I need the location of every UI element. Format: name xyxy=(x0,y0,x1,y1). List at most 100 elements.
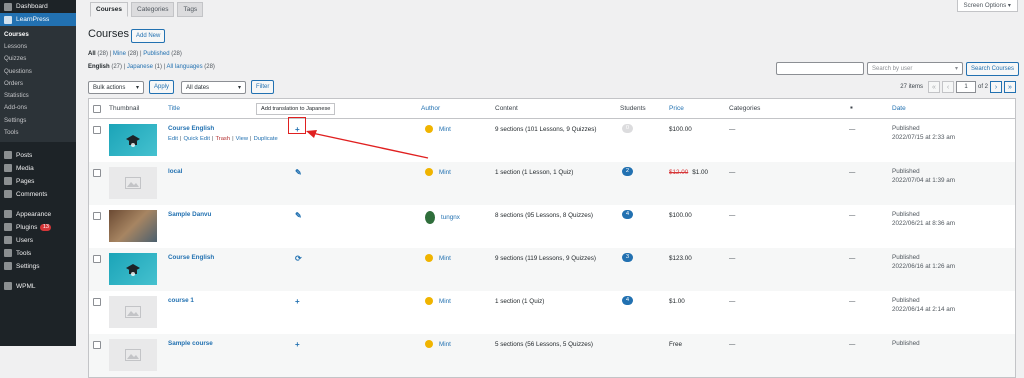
sidebar-sub-orders[interactable]: Orders xyxy=(0,77,76,89)
filter-all[interactable]: All xyxy=(88,51,96,57)
filter-published[interactable]: Published xyxy=(143,51,169,57)
sidebar-item-plugins[interactable]: Plugins 13 xyxy=(0,221,76,234)
course-title-link[interactable]: course 1 xyxy=(168,297,194,304)
lang-english[interactable]: English xyxy=(88,64,110,70)
sidebar-item-dashboard[interactable]: Dashboard xyxy=(0,0,76,13)
current-page-input[interactable]: 1 xyxy=(955,81,976,93)
tab-tags[interactable]: Tags xyxy=(177,2,204,17)
sidebar-item-tools[interactable]: Tools xyxy=(0,247,76,260)
sidebar-sub-tools[interactable]: Tools xyxy=(0,126,76,138)
page-title: Courses xyxy=(88,28,129,40)
course-title-link[interactable]: Sample Danvu xyxy=(168,211,211,218)
tab-categories[interactable]: Categories xyxy=(131,2,175,17)
publish-date: Published 2022/07/15 at 2:33 am xyxy=(892,124,955,142)
author-link[interactable]: Mint xyxy=(425,168,451,176)
course-title-link[interactable]: Course English xyxy=(168,125,214,132)
course-thumbnail[interactable] xyxy=(109,253,157,285)
publish-date: Published xyxy=(892,339,920,348)
course-thumbnail[interactable] xyxy=(109,296,157,328)
translation-status-icon[interactable]: ⟳ xyxy=(295,254,302,263)
dates-select[interactable]: All dates ▾ xyxy=(181,80,247,94)
comment-count: — xyxy=(849,298,856,305)
course-thumbnail[interactable] xyxy=(109,167,157,199)
row-checkbox[interactable] xyxy=(93,341,101,349)
sidebar-sub-add-ons[interactable]: Add-ons xyxy=(0,102,76,114)
sidebar-sub-settings[interactable]: Settings xyxy=(0,114,76,126)
author-link[interactable]: tungnx xyxy=(425,211,460,224)
sidebar-sub-questions[interactable]: Questions xyxy=(0,65,76,77)
last-page-button[interactable]: » xyxy=(1004,81,1016,93)
admin-sidebar: Dashboard LearnPress Courses Lessons Quizze… xyxy=(0,0,76,346)
col-price[interactable]: Price xyxy=(669,105,684,112)
add-new-button[interactable]: Add New xyxy=(131,29,166,43)
course-title-link[interactable]: Course English xyxy=(168,254,214,261)
filter-mine[interactable]: Mine xyxy=(113,51,126,57)
course-price: $1.00 xyxy=(669,298,685,305)
course-title-link[interactable]: local xyxy=(168,168,182,175)
author-link[interactable]: Mint xyxy=(425,340,451,348)
search-courses-button[interactable]: Search Courses xyxy=(966,62,1020,76)
course-thumbnail[interactable] xyxy=(109,339,157,371)
apply-button[interactable]: Apply xyxy=(149,80,175,94)
row-checkbox[interactable] xyxy=(93,126,101,134)
translation-status-icon[interactable]: ✎ xyxy=(295,168,302,177)
bulk-actions-select[interactable]: Bulk actions ▾ xyxy=(88,80,144,94)
course-categories: — xyxy=(729,126,736,133)
publish-date: Published 2022/06/21 at 8:36 am xyxy=(892,210,955,228)
col-author[interactable]: Author xyxy=(421,105,440,112)
sidebar-item-pages[interactable]: Pages xyxy=(0,175,76,188)
row-checkbox[interactable] xyxy=(93,169,101,177)
filter-button[interactable]: Filter xyxy=(251,80,275,94)
lang-all[interactable]: All languages xyxy=(167,64,203,70)
trash-link[interactable]: Trash xyxy=(215,136,230,142)
sidebar-sub-statistics[interactable]: Statistics xyxy=(0,89,76,101)
screen-options-button[interactable]: Screen Options ▾ xyxy=(956,0,1018,12)
pagination: 27 items « ‹ 1 of 2 › » xyxy=(900,81,1016,93)
comment-count: — xyxy=(849,341,856,348)
author-link[interactable]: Mint xyxy=(425,297,451,305)
lang-japanese[interactable]: Japanese xyxy=(127,64,153,70)
publish-status: Published xyxy=(892,211,920,218)
col-title[interactable]: Title xyxy=(168,105,180,112)
course-categories: — xyxy=(729,341,736,348)
chevron-down-icon: ▾ xyxy=(135,84,139,91)
table-row: course 1 + Mint 1 section (1 Quiz) 4 $1.00 — — P… xyxy=(89,291,1015,334)
select-all-checkbox[interactable] xyxy=(93,105,101,113)
sidebar-item-users[interactable]: Users xyxy=(0,234,76,247)
user-search-select[interactable]: Search by user ▾ xyxy=(867,62,963,75)
course-price: $123.00 xyxy=(669,255,692,262)
translation-status-icon[interactable]: ✎ xyxy=(295,211,302,220)
tab-courses[interactable]: Courses xyxy=(90,2,129,17)
translation-status-icon[interactable]: + xyxy=(295,297,300,306)
current-price: $1.00 xyxy=(669,298,685,305)
sidebar-item-comments[interactable]: Comments xyxy=(0,188,76,201)
row-checkbox[interactable] xyxy=(93,298,101,306)
quick-edit-link[interactable]: Quick Edit xyxy=(184,136,210,142)
course-thumbnail[interactable] xyxy=(109,124,157,156)
sidebar-sub-lessons[interactable]: Lessons xyxy=(0,40,76,52)
comment-icon[interactable]: ▪ xyxy=(850,103,853,112)
search-input[interactable] xyxy=(776,62,864,75)
sidebar-item-media[interactable]: Media xyxy=(0,162,76,175)
col-date[interactable]: Date xyxy=(892,105,906,112)
author-link[interactable]: Mint xyxy=(425,254,451,262)
sidebar-sub-courses[interactable]: Courses xyxy=(0,28,76,40)
sidebar-item-learnpress[interactable]: LearnPress xyxy=(0,13,76,26)
row-checkbox[interactable] xyxy=(93,255,101,263)
comments-icon xyxy=(4,190,12,199)
sidebar-sub-quizzes[interactable]: Quizzes xyxy=(0,53,76,65)
course-price: $100.00 xyxy=(669,212,692,219)
view-link[interactable]: View xyxy=(236,136,248,142)
sidebar-item-settings[interactable]: Settings xyxy=(0,260,76,273)
duplicate-link[interactable]: Duplicate xyxy=(254,136,278,142)
author-name: tungnx xyxy=(441,214,460,221)
sidebar-item-appearance[interactable]: Appearance xyxy=(0,208,76,221)
sidebar-item-wpml[interactable]: WPML xyxy=(0,280,76,293)
sidebar-item-posts[interactable]: Posts xyxy=(0,149,76,162)
course-thumbnail[interactable] xyxy=(109,210,157,242)
next-page-button[interactable]: › xyxy=(990,81,1002,93)
translation-status-icon[interactable]: + xyxy=(295,340,300,349)
dates-label: All dates xyxy=(186,84,210,91)
row-checkbox[interactable] xyxy=(93,212,101,220)
edit-link[interactable]: Edit xyxy=(168,136,178,142)
